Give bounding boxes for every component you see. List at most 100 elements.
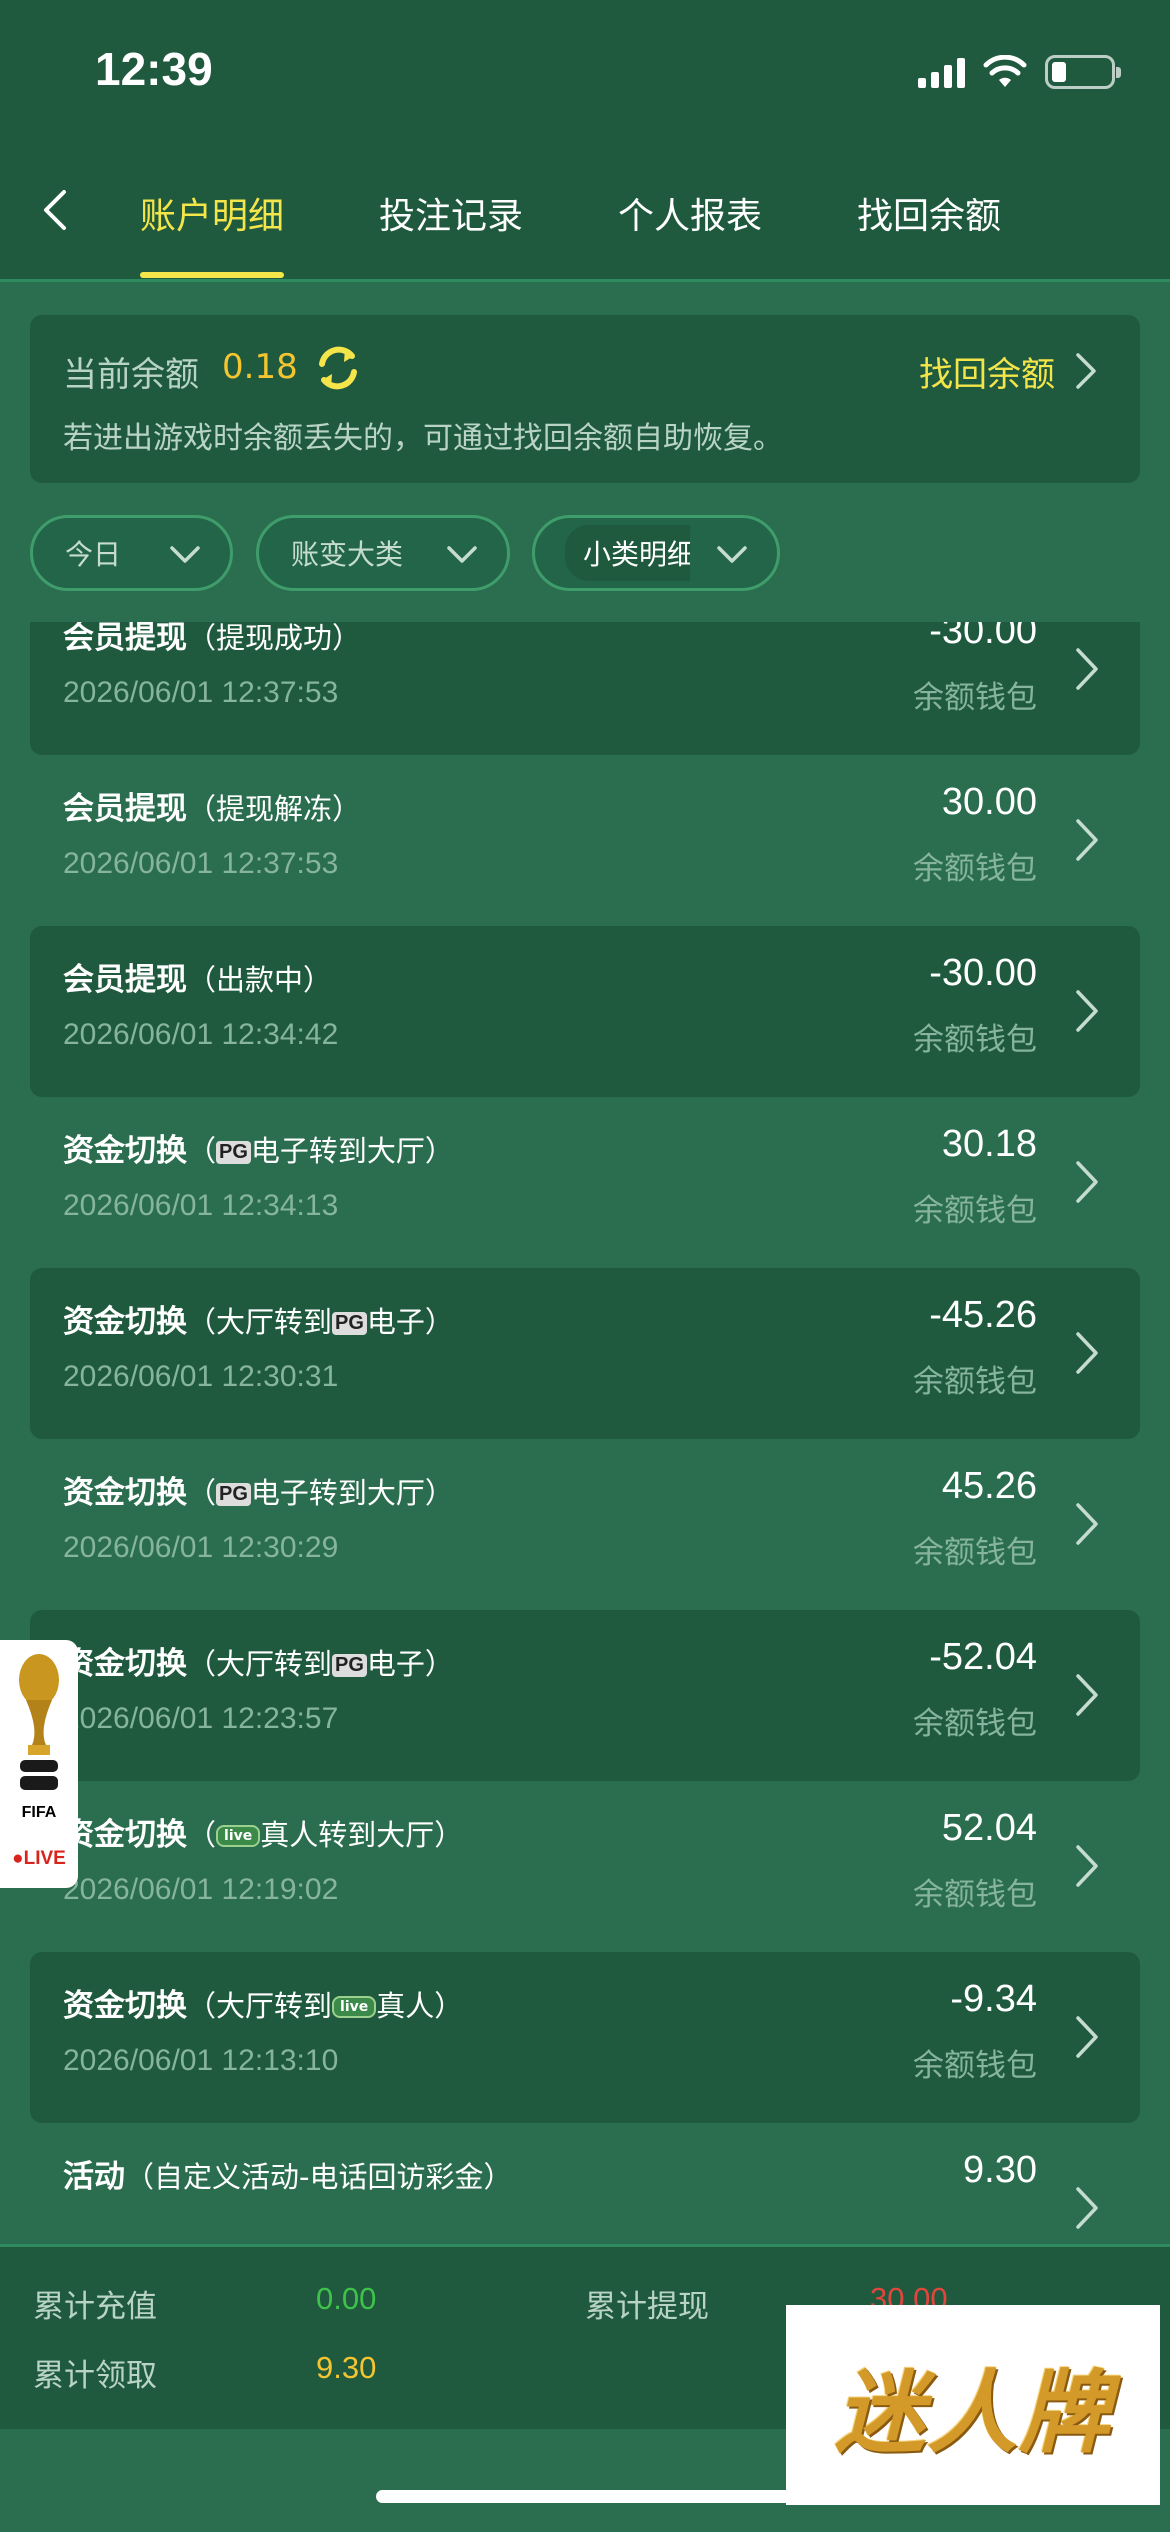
record-time: 2026/06/01 12:30:31 <box>63 1360 339 1393</box>
record-title: 会员提现（提现解冻） <box>63 791 362 827</box>
record-wallet: 余额钱包 <box>913 851 1037 887</box>
total-withdraw-label: 累计提现 <box>585 2289 709 2325</box>
list-item[interactable]: 资金切换（大厅转到 PG 电子） 2026/06/01 12:23:57 -52.0… <box>30 1610 1140 1781</box>
list-item[interactable]: 资金切换（大厅转到 PG 电子） 2026/06/01 12:30:31 -45.2… <box>30 1268 1140 1439</box>
record-wallet: 余额钱包 <box>913 1193 1037 1229</box>
record-amount: -52.04 <box>929 1636 1037 1678</box>
chevron-down-icon <box>717 546 747 563</box>
record-time: 2026/06/01 12:23:57 <box>63 1702 339 1735</box>
record-amount: -45.26 <box>929 1294 1037 1336</box>
live-label: ●LIVE <box>12 1848 66 1869</box>
date-filter[interactable]: 今日 <box>30 515 233 591</box>
home-indicator[interactable] <box>376 2490 796 2503</box>
chevron-right-icon <box>1076 1332 1098 1374</box>
record-title: 资金切换（ PG 电子转到大厅） <box>63 1475 454 1511</box>
list-item[interactable]: 会员提现（提现解冻） 2026/06/01 12:37:53 30.00 余额钱… <box>30 755 1140 926</box>
cellular-signal-icon <box>918 56 965 88</box>
category-filter[interactable]: 账变大类 <box>256 515 510 591</box>
record-wallet: 余额钱包 <box>913 1706 1037 1742</box>
total-claimed-value: 9.30 <box>316 2350 377 2385</box>
balance-card: 当前余额 0.18 若进出游戏时余额丢失的，可通过找回余额自助恢复。 找回余额 <box>30 315 1140 483</box>
record-title: 资金切换（大厅转到 PG 电子） <box>63 1646 454 1682</box>
record-title: 会员提现（出款中） <box>63 962 333 998</box>
live-casino-logo-icon: live <box>216 1825 261 1847</box>
chevron-right-icon[interactable] <box>1070 351 1100 391</box>
back-button[interactable] <box>30 180 80 240</box>
tab-bar: 账户明细 投注记录 个人报表 找回余额 <box>140 175 1096 278</box>
battery-icon <box>1045 55 1121 89</box>
list-item[interactable]: 资金切换（ PG 电子转到大厅） 2026/06/01 12:34:13 30.18… <box>30 1097 1140 1268</box>
record-title: 活动（自定义活动-电话回访彩金） <box>63 2159 513 2195</box>
chevron-left-icon <box>44 190 66 230</box>
record-time: 2026/06/01 12:34:42 <box>63 1018 339 1051</box>
record-amount: -30.00 <box>929 952 1037 994</box>
record-wallet: 余额钱包 <box>913 2048 1037 2084</box>
promo-text: 迷人牌 <box>835 2360 1111 2466</box>
wifi-icon <box>983 55 1027 87</box>
list-item[interactable]: 活动（自定义活动-电话回访彩金） 9.30 <box>30 2123 1140 2244</box>
record-title: 会员提现（提现成功） <box>63 622 362 656</box>
tab-recover-balance[interactable]: 找回余额 <box>857 175 1001 275</box>
transaction-list[interactable]: 会员提现（提现成功） 2026/06/01 12:37:53 -30.00 余额… <box>0 622 1170 2244</box>
list-item[interactable]: 资金切换（ PG 电子转到大厅） 2026/06/01 12:30:29 45.26… <box>30 1439 1140 1610</box>
record-amount: -30.00 <box>929 622 1037 652</box>
record-wallet: 余额钱包 <box>913 680 1037 716</box>
status-icons <box>918 52 1121 92</box>
record-time: 2026/06/01 12:30:29 <box>63 1531 339 1564</box>
recover-balance-link[interactable]: 找回余额 <box>919 347 1055 396</box>
record-title: 资金切换（大厅转到 PG 电子） <box>63 1304 454 1340</box>
record-time: 2026/06/01 12:37:53 <box>63 676 339 709</box>
record-title: 资金切换（ PG 电子转到大厅） <box>63 1133 454 1169</box>
chevron-right-icon <box>1076 1674 1098 1716</box>
pg-logo-icon: PG <box>332 1654 367 1677</box>
chevron-down-icon <box>447 546 477 563</box>
record-wallet: 余额钱包 <box>913 1877 1037 1913</box>
record-title: 资金切换（ live 真人转到大厅） <box>63 1817 464 1853</box>
pg-logo-icon: PG <box>216 1141 251 1164</box>
total-deposit-value: 0.00 <box>316 2281 377 2316</box>
total-claimed-label: 累计领取 <box>33 2358 157 2394</box>
record-time: 2026/06/01 12:13:10 <box>63 2044 339 2077</box>
promo-watermark: 迷人牌 <box>786 2305 1160 2505</box>
list-item[interactable]: 会员提现（出款中） 2026/06/01 12:34:42 -30.00 余额钱… <box>30 926 1140 1097</box>
balance-note: 若进出游戏时余额丢失的，可通过找回余额自助恢复。 <box>63 421 783 456</box>
chevron-right-icon <box>1076 1845 1098 1887</box>
fifa-live-badge[interactable]: FIFA ●LIVE <box>0 1640 78 1888</box>
list-item[interactable]: 资金切换（大厅转到 live 真人） 2026/06/01 12:13:10 -9.… <box>30 1952 1140 2123</box>
chevron-right-icon <box>1076 1161 1098 1203</box>
record-amount: 30.18 <box>941 1123 1037 1165</box>
record-amount: 52.04 <box>941 1807 1037 1849</box>
refresh-icon[interactable] <box>312 342 364 394</box>
record-amount: -9.34 <box>950 1978 1037 2020</box>
record-time: 2026/06/01 12:19:02 <box>63 1873 339 1906</box>
list-item[interactable]: 会员提现（提现成功） 2026/06/01 12:37:53 -30.00 余额… <box>30 622 1140 755</box>
tab-bet-records[interactable]: 投注记录 <box>379 175 523 275</box>
fifa-label: FIFA <box>21 1804 57 1821</box>
chevron-right-icon <box>1076 1503 1098 1545</box>
record-amount: 45.26 <box>941 1465 1037 1507</box>
record-time: 2026/06/01 12:37:53 <box>63 847 339 880</box>
chevron-right-icon <box>1076 2187 1098 2229</box>
subcategory-filter-label: 小类明细 <box>565 525 690 581</box>
chevron-right-icon <box>1076 990 1098 1032</box>
chevron-right-icon <box>1076 819 1098 861</box>
record-wallet: 余额钱包 <box>913 1022 1037 1058</box>
tab-personal-report[interactable]: 个人报表 <box>618 175 762 275</box>
category-filter-label: 账变大类 <box>291 538 404 571</box>
status-time: 12:39 <box>95 43 213 95</box>
app-header: 12:39 账户明细 投注记录 个人报表 找回余额 <box>0 0 1170 282</box>
record-title: 资金切换（大厅转到 live 真人） <box>63 1988 464 2024</box>
balance-label: 当前余额 <box>63 355 199 395</box>
chevron-down-icon <box>170 546 200 563</box>
record-wallet: 余额钱包 <box>913 1535 1037 1571</box>
tab-account-details[interactable]: 账户明细 <box>140 175 285 278</box>
chevron-right-icon <box>1076 2016 1098 2058</box>
date-filter-label: 今日 <box>65 538 122 571</box>
record-amount: 30.00 <box>941 781 1037 823</box>
total-deposit-label: 累计充值 <box>33 2289 157 2325</box>
record-amount: 9.30 <box>963 2149 1037 2191</box>
list-item[interactable]: 资金切换（ live 真人转到大厅） 2026/06/01 12:19:02 52.… <box>30 1781 1140 1952</box>
record-wallet: 余额钱包 <box>913 1364 1037 1400</box>
subcategory-filter[interactable]: 小类明细 <box>532 515 780 591</box>
pg-logo-icon: PG <box>332 1312 367 1335</box>
